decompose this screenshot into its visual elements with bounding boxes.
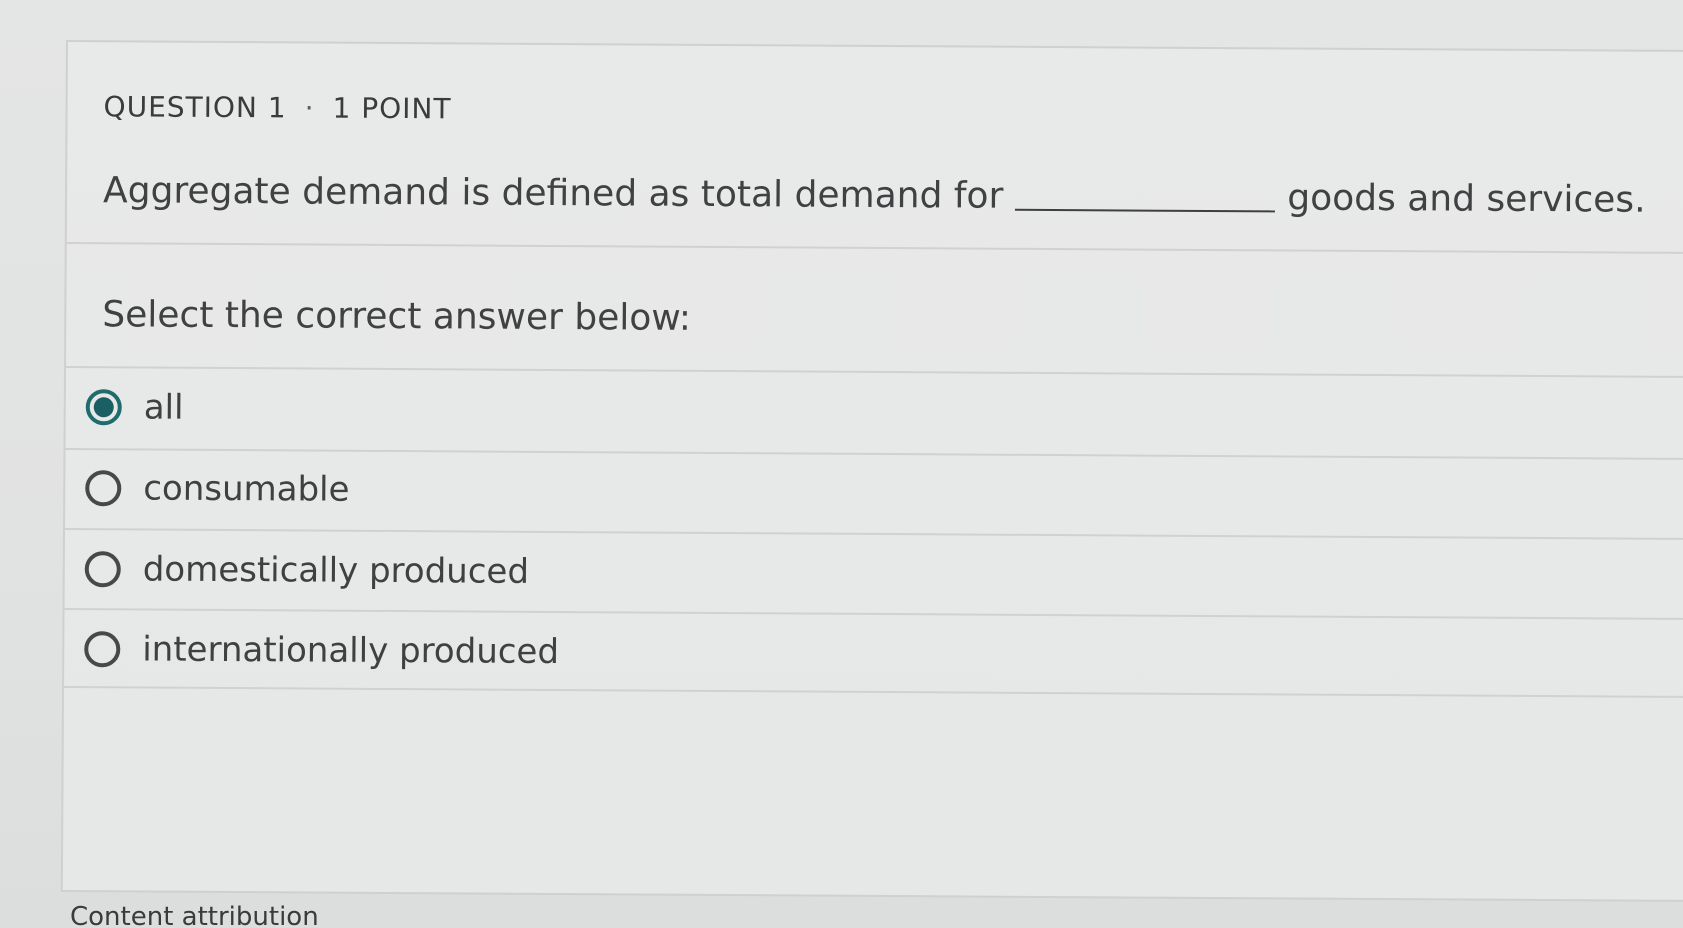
question-card: QUESTION 1 · 1 POINT Aggregate demand is… [60,40,1683,903]
content-attribution-link[interactable]: Content attribution [70,902,319,928]
question-header: QUESTION 1 · 1 POINT [103,90,451,125]
radio-unselected-icon[interactable] [84,631,121,668]
radio-unselected-icon[interactable] [85,470,122,507]
header-separator: · [304,91,315,125]
stem-text-before: Aggregate demand is defined as total dem… [102,170,1004,217]
divider [66,242,1683,255]
radio-selected-icon[interactable] [85,389,122,426]
option-label: domestically produced [142,549,530,592]
option-label: consumable [143,468,350,510]
answer-blank [1015,206,1276,213]
answer-option-all[interactable]: all [85,368,1683,456]
option-label: all [143,387,184,428]
stem-text-after: goods and services. [1287,177,1646,221]
answer-option-domestically-produced[interactable]: domestically produced [84,530,1683,618]
question-points: 1 POINT [332,91,452,126]
answer-prompt: Select the correct answer below: [102,294,692,339]
answer-option-internationally-produced[interactable]: internationally produced [84,610,1683,698]
quiz-page: QUESTION 1 · 1 POINT Aggregate demand is… [0,0,1683,928]
question-number: QUESTION 1 [103,90,287,125]
question-stem: Aggregate demand is defined as total dem… [103,170,1646,220]
option-label: internationally produced [142,629,560,673]
radio-unselected-icon[interactable] [84,551,121,588]
answer-option-consumable[interactable]: consumable [85,449,1683,537]
